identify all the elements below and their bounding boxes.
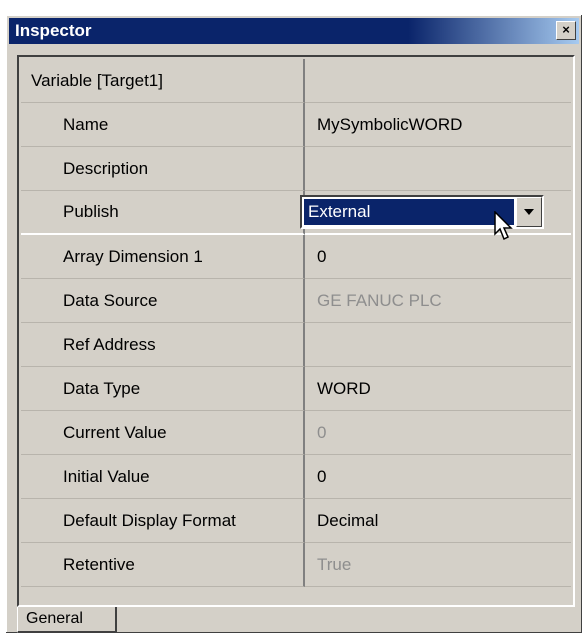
property-value[interactable] bbox=[305, 147, 571, 191]
property-grid: Variable [Target1] Name MySymbolicWORD D… bbox=[21, 59, 571, 603]
property-name: Array Dimension 1 bbox=[21, 235, 305, 279]
property-name: Data Source bbox=[21, 279, 305, 323]
property-row-array-dimension[interactable]: Array Dimension 1 0 bbox=[21, 235, 571, 279]
property-value[interactable]: WORD bbox=[305, 367, 571, 411]
chevron-down-icon bbox=[524, 209, 534, 215]
property-name: Retentive bbox=[21, 543, 305, 587]
tab-general[interactable]: General bbox=[17, 607, 117, 633]
window-title: Inspector bbox=[15, 21, 92, 40]
dropdown-button[interactable] bbox=[516, 197, 542, 227]
property-row-name[interactable]: Name MySymbolicWORD bbox=[21, 103, 571, 147]
property-value bbox=[305, 59, 571, 103]
property-name: Name bbox=[21, 103, 305, 147]
property-value: GE FANUC PLC bbox=[305, 279, 571, 323]
property-row-data-source[interactable]: Data Source GE FANUC PLC bbox=[21, 279, 571, 323]
publish-selected-value[interactable]: External bbox=[304, 199, 514, 225]
title-bar[interactable]: Inspector × bbox=[9, 18, 579, 44]
property-value[interactable]: 0 bbox=[305, 455, 571, 499]
property-row-display-format[interactable]: Default Display Format Decimal bbox=[21, 499, 571, 543]
property-row-current-value[interactable]: Current Value 0 bbox=[21, 411, 571, 455]
property-value: 0 bbox=[305, 411, 571, 455]
property-value[interactable]: 0 bbox=[305, 235, 571, 279]
property-name: Data Type bbox=[21, 367, 305, 411]
inspector-window: Inspector × Variable [Target1] Name MySy… bbox=[6, 15, 582, 633]
property-value[interactable] bbox=[305, 323, 571, 367]
property-grid-panel: Variable [Target1] Name MySymbolicWORD D… bbox=[17, 55, 575, 607]
property-row-ref-address[interactable]: Ref Address bbox=[21, 323, 571, 367]
property-name: Variable [Target1] bbox=[21, 59, 305, 103]
close-button[interactable]: × bbox=[556, 21, 576, 40]
tab-strip: General bbox=[17, 607, 582, 633]
property-row-retentive[interactable]: Retentive True bbox=[21, 543, 571, 587]
property-value[interactable]: MySymbolicWORD bbox=[305, 103, 571, 147]
property-name: Current Value bbox=[21, 411, 305, 455]
property-name: Default Display Format bbox=[21, 499, 305, 543]
property-name: Initial Value bbox=[21, 455, 305, 499]
property-row-initial-value[interactable]: Initial Value 0 bbox=[21, 455, 571, 499]
property-name: Publish bbox=[21, 191, 305, 235]
property-name: Description bbox=[21, 147, 305, 191]
mouse-pointer-icon bbox=[494, 211, 513, 241]
property-row-description[interactable]: Description bbox=[21, 147, 571, 191]
property-value: True bbox=[305, 543, 571, 587]
tab-label: General bbox=[26, 610, 83, 627]
close-icon: × bbox=[562, 22, 570, 37]
property-value[interactable]: Decimal bbox=[305, 499, 571, 543]
property-row-variable[interactable]: Variable [Target1] bbox=[21, 59, 571, 103]
property-name: Ref Address bbox=[21, 323, 305, 367]
property-row-data-type[interactable]: Data Type WORD bbox=[21, 367, 571, 411]
